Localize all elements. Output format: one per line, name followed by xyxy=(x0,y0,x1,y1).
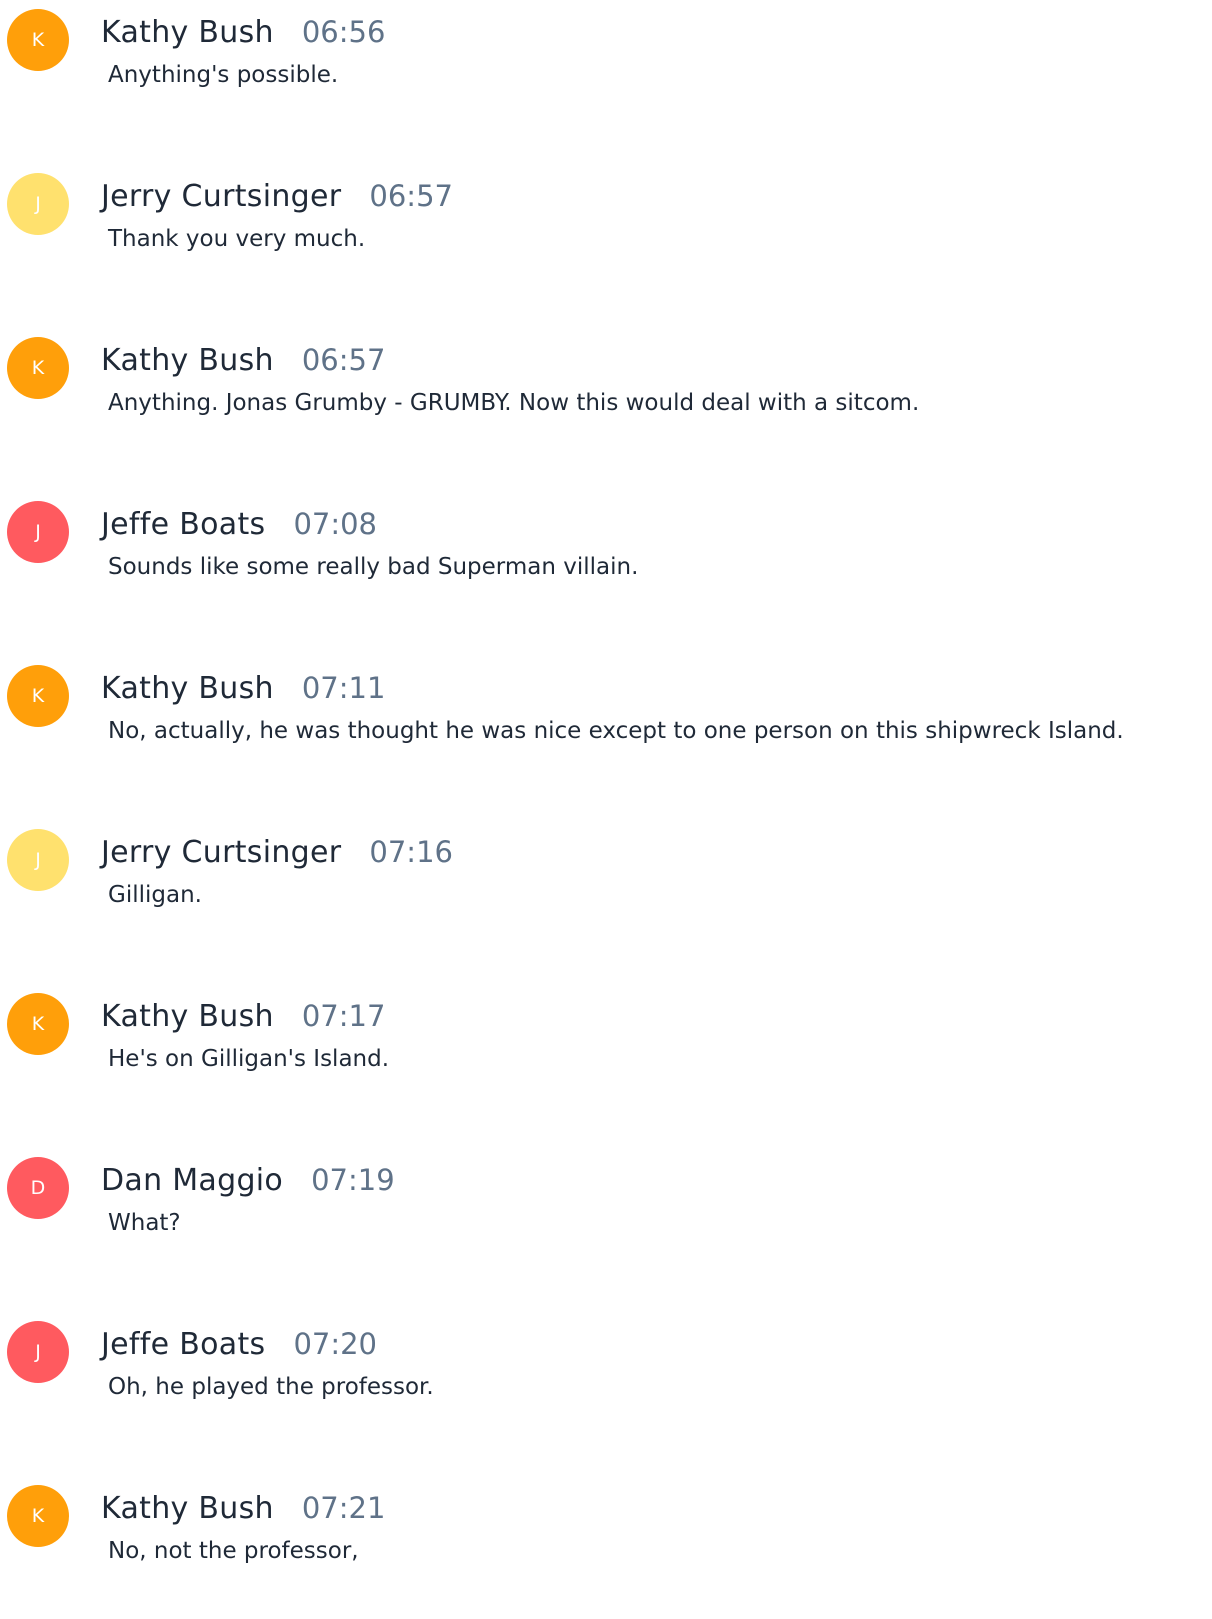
message-item: D Dan Maggio 07:19 What? xyxy=(0,1148,1212,1268)
message-item: K Kathy Bush 06:56 Anything's possible. xyxy=(0,0,1212,120)
message-text: Sounds like some really bad Superman vil… xyxy=(108,554,639,580)
avatar: J xyxy=(7,173,69,235)
message-header: Jeffe Boats 07:08 xyxy=(101,505,377,549)
sender-name: Jerry Curtsinger xyxy=(101,835,342,870)
message-header: Kathy Bush 07:17 xyxy=(101,997,385,1041)
sender-name: Jeffe Boats xyxy=(101,1327,266,1362)
avatar: K xyxy=(7,665,69,727)
message-header: Kathy Bush 06:57 xyxy=(101,341,385,385)
message-header: Kathy Bush 07:11 xyxy=(101,669,385,713)
sender-name: Kathy Bush xyxy=(101,343,274,378)
message-time: 07:08 xyxy=(293,507,378,541)
message-text: No, not the professor, xyxy=(108,1538,359,1564)
message-header: Jerry Curtsinger 06:57 xyxy=(101,177,453,221)
avatar: K xyxy=(7,9,69,71)
message-time: 07:17 xyxy=(301,999,386,1033)
avatar: K xyxy=(7,1485,69,1547)
message-time: 06:57 xyxy=(301,343,386,377)
avatar: K xyxy=(7,993,69,1055)
message-text: Anything's possible. xyxy=(108,62,339,88)
message-item: J Jerry Curtsinger 06:57 Thank you very m… xyxy=(0,164,1212,284)
message-text: Gilligan. xyxy=(108,882,202,908)
message-text: Anything. Jonas Grumby - GRUMBY. Now thi… xyxy=(108,390,920,416)
avatar: J xyxy=(7,829,69,891)
message-time: 07:21 xyxy=(301,1491,386,1525)
sender-name: Kathy Bush xyxy=(101,671,274,706)
avatar: J xyxy=(7,1321,69,1383)
message-header: Kathy Bush 06:56 xyxy=(101,13,385,57)
message-item: K Kathy Bush 07:11 No, actually, he was t… xyxy=(0,656,1212,776)
sender-name: Jeffe Boats xyxy=(101,507,266,542)
sender-name: Kathy Bush xyxy=(101,999,274,1034)
message-item: K Kathy Bush 07:17 He's on Gilligan's Isl… xyxy=(0,984,1212,1104)
message-item: J Jeffe Boats 07:20 Oh, he played the pro… xyxy=(0,1312,1212,1432)
sender-name: Kathy Bush xyxy=(101,15,274,50)
sender-name: Jerry Curtsinger xyxy=(101,179,342,214)
message-text: He's on Gilligan's Island. xyxy=(108,1046,390,1072)
message-header: Jerry Curtsinger 07:16 xyxy=(101,833,453,877)
avatar: J xyxy=(7,501,69,563)
message-text: No, actually, he was thought he was nice… xyxy=(108,718,1124,744)
message-text: Thank you very much. xyxy=(108,226,366,252)
message-header: Dan Maggio 07:19 xyxy=(101,1161,395,1205)
message-header: Jeffe Boats 07:20 xyxy=(101,1325,377,1369)
message-item: K Kathy Bush 06:57 Anything. Jonas Grumby… xyxy=(0,328,1212,448)
avatar: D xyxy=(7,1157,69,1219)
sender-name: Dan Maggio xyxy=(101,1163,284,1198)
message-item: J Jerry Curtsinger 07:16 Gilligan. xyxy=(0,820,1212,940)
message-item: J Jeffe Boats 07:08 Sounds like some real… xyxy=(0,492,1212,612)
message-time: 06:57 xyxy=(369,179,453,213)
message-text: Oh, he played the professor. xyxy=(108,1374,434,1400)
message-time: 07:16 xyxy=(369,835,453,869)
message-time: 07:20 xyxy=(293,1327,378,1361)
sender-name: Kathy Bush xyxy=(101,1491,274,1526)
message-text: What? xyxy=(108,1210,181,1236)
message-time: 06:56 xyxy=(301,15,386,49)
message-time: 07:19 xyxy=(311,1163,395,1197)
message-item: K Kathy Bush 07:21 No, not the professor, xyxy=(0,1476,1212,1596)
message-time: 07:11 xyxy=(301,671,386,705)
avatar: K xyxy=(7,337,69,399)
message-header: Kathy Bush 07:21 xyxy=(101,1489,385,1533)
